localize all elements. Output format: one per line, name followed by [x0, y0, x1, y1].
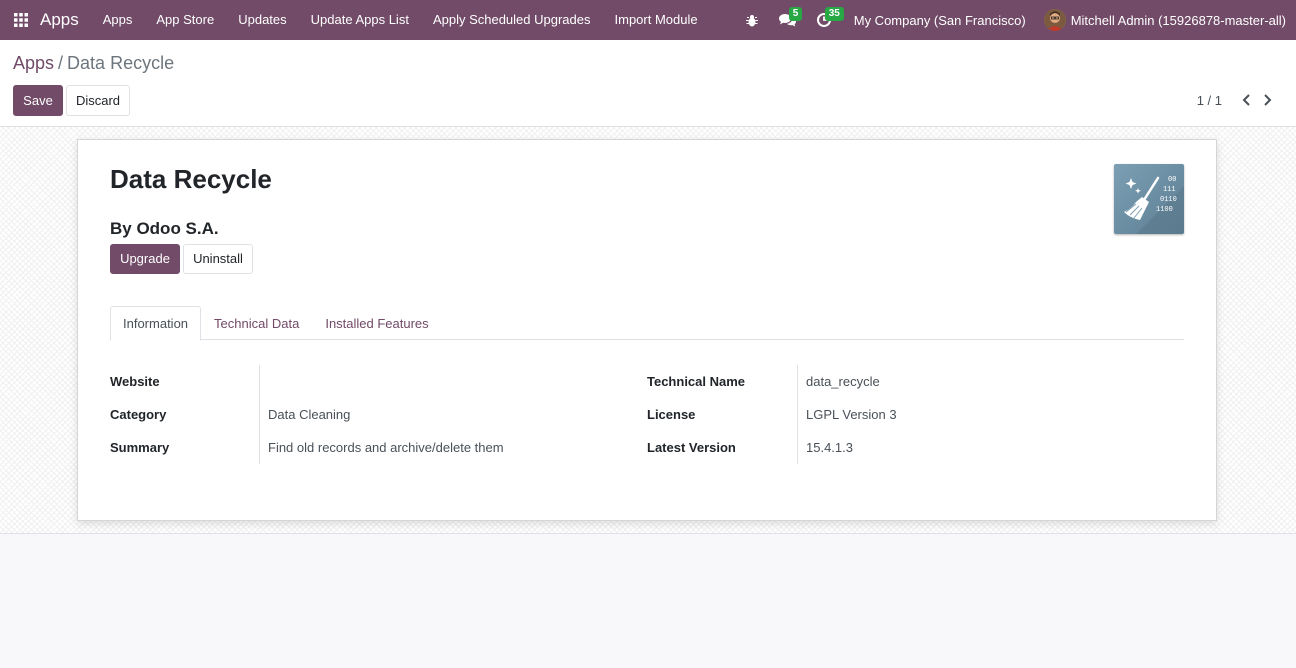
info-left-column: Website Category Data Cleaning Summary F… — [110, 365, 630, 464]
field-label: License — [647, 407, 696, 422]
svg-text:0110: 0110 — [1160, 196, 1177, 204]
svg-text:111: 111 — [1163, 186, 1176, 194]
apps-grid-icon[interactable] — [0, 0, 42, 40]
activity-menu[interactable]: 35 — [806, 0, 844, 40]
uninstall-button[interactable]: Uninstall — [183, 244, 253, 274]
top-navbar: Apps Apps App Store Updates Update Apps … — [0, 0, 1296, 40]
user-menu[interactable]: Mitchell Admin (15926878-master-all) — [1038, 9, 1296, 31]
tab-information[interactable]: Information — [110, 306, 202, 341]
breadcrumb-apps-link[interactable]: Apps — [13, 53, 54, 74]
menu-apps[interactable]: Apps — [91, 0, 145, 40]
svg-text:00: 00 — [1168, 176, 1176, 184]
field-label: Latest Version — [647, 440, 736, 455]
messages-badge: 5 — [788, 7, 803, 21]
field-category: Category Data Cleaning — [110, 398, 630, 431]
activities-badge: 35 — [824, 7, 844, 21]
avatar — [1043, 9, 1066, 31]
field-label: Technical Name — [647, 374, 746, 389]
menu-update-apps-list[interactable]: Update Apps List — [299, 0, 421, 40]
tab-technical-data[interactable]: Technical Data — [201, 306, 312, 340]
tab-installed-features[interactable]: Installed Features — [312, 306, 441, 340]
menu-updates[interactable]: Updates — [226, 0, 298, 40]
company-switcher[interactable]: My Company (San Francisco) — [842, 13, 1038, 28]
discard-button[interactable]: Discard — [66, 85, 130, 116]
breadcrumb-current: Data Recycle — [67, 53, 175, 73]
field-website: Website — [110, 365, 630, 398]
module-author: By Odoo S.A. — [110, 219, 219, 238]
navbar-systray: 5 35 My Company (San Francisco) Mitchell… — [734, 0, 1296, 40]
menu-app-store[interactable]: App Store — [144, 0, 226, 40]
debug-menu[interactable] — [734, 0, 770, 40]
field-label: Category — [110, 407, 167, 422]
summary-value: Find old records and archive/delete them — [268, 440, 504, 455]
info-right-column: Technical Name data_recycle License LGPL… — [647, 365, 1167, 464]
form-sheet: Data Recycle By Odoo S.A. Upgrade Uninst… — [77, 139, 1217, 521]
save-button[interactable]: Save — [13, 85, 63, 116]
control-panel: Apps / Data Recycle Save Discard 1 / 1 — [0, 40, 1296, 127]
menu-import-module[interactable]: Import Module — [603, 0, 710, 40]
field-label: Website — [110, 374, 160, 389]
latest-version-value: 15.4.1.3 — [806, 440, 853, 455]
main-menu: Apps App Store Updates Update Apps List … — [91, 0, 710, 40]
field-summary: Summary Find old records and archive/del… — [110, 431, 630, 464]
pager-next-button[interactable] — [1258, 91, 1276, 109]
field-latest-version: Latest Version 15.4.1.3 — [647, 431, 1167, 464]
pager-value[interactable]: 1 / 1 — [1197, 93, 1222, 108]
category-value: Data Cleaning — [268, 407, 351, 422]
license-value: LGPL Version 3 — [806, 407, 897, 422]
menu-apply-scheduled-upgrades[interactable]: Apply Scheduled Upgrades — [421, 0, 603, 40]
field-technical-name: Technical Name data_recycle — [647, 365, 1167, 398]
data-recycle-app-icon: 00 111 0110 1100 — [1114, 164, 1184, 234]
technical-name-value: data_recycle — [806, 374, 880, 389]
chevron-right-icon — [1263, 94, 1271, 106]
pager-previous-button[interactable] — [1237, 91, 1255, 109]
breadcrumb: Apps / Data Recycle — [13, 53, 174, 74]
module-title: Data Recycle — [110, 164, 272, 194]
pager: 1 / 1 — [1197, 91, 1276, 109]
form-tabs: Information Technical Data Installed Fea… — [110, 306, 1184, 341]
breadcrumb-separator: / — [58, 53, 64, 73]
messaging-menu[interactable]: 5 — [770, 0, 806, 40]
svg-text:1100: 1100 — [1156, 206, 1173, 214]
field-label: Summary — [110, 440, 170, 455]
field-license: License LGPL Version 3 — [647, 398, 1167, 431]
app-brand[interactable]: Apps — [40, 10, 79, 30]
upgrade-button[interactable]: Upgrade — [110, 244, 180, 274]
user-name: Mitchell Admin (15926878-master-all) — [1070, 12, 1286, 28]
chevron-left-icon — [1242, 94, 1250, 106]
bug-icon — [745, 14, 758, 26]
